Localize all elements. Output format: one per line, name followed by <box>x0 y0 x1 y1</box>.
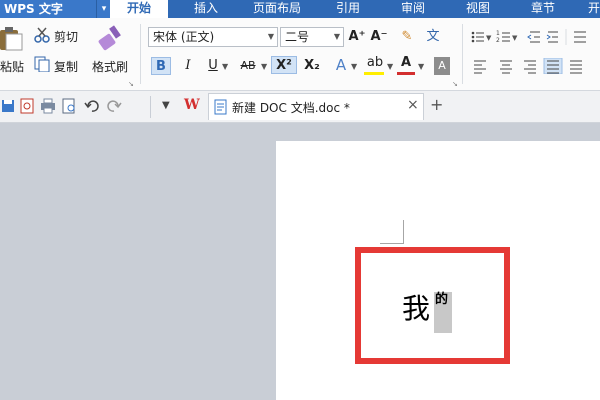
chevron-down-icon[interactable]: ▼ <box>387 62 393 71</box>
svg-text:1: 1 <box>496 30 500 37</box>
underline-button[interactable]: U <box>205 57 221 75</box>
save-icon <box>2 100 14 112</box>
shrink-font-button[interactable]: A⁻ <box>370 28 388 46</box>
quick-access-divider <box>150 96 151 118</box>
grow-font-button[interactable]: A⁺ <box>348 28 366 46</box>
paste-label[interactable]: 粘贴 <box>0 58 24 75</box>
callout-red-box <box>355 247 510 364</box>
export-pdf-icon <box>20 98 34 114</box>
chevron-down-icon[interactable]: ▼ <box>418 62 424 71</box>
text-effect-button[interactable]: A <box>332 56 350 74</box>
subscript-button[interactable]: X₂ <box>301 57 323 75</box>
app-menu-button[interactable]: WPS 文字 <box>0 0 96 18</box>
tab-references[interactable]: 引用 <box>322 0 374 18</box>
tab-sections[interactable]: 章节 <box>516 0 570 18</box>
cut-button[interactable]: 剪切 <box>54 28 78 45</box>
copy-icon[interactable] <box>34 56 50 73</box>
paragraph-row-2 <box>474 57 600 75</box>
document-tab-title[interactable]: 新建 DOC 文档.doc * <box>232 99 350 116</box>
chevron-down-icon: ▼ <box>267 32 274 41</box>
document-icon <box>214 99 228 115</box>
align-left-icon <box>474 60 486 74</box>
font-color-bar <box>397 72 415 75</box>
font-name-combo[interactable]: 宋体 (正文) ▼ <box>148 27 278 47</box>
tab-page-layout[interactable]: 页面布局 <box>244 0 310 18</box>
new-tab-button[interactable]: + <box>430 95 443 114</box>
margin-corner-mark <box>403 220 404 244</box>
superscript-button[interactable]: X² <box>271 56 297 74</box>
redo-icon <box>107 100 122 112</box>
font-launcher-icon[interactable]: ↘ <box>452 80 458 88</box>
highlight-button[interactable]: ab <box>364 54 386 72</box>
bold-button[interactable]: B <box>151 57 171 75</box>
svg-text:▼: ▼ <box>512 34 518 42</box>
undo-icon <box>84 100 99 112</box>
font-name-value: 宋体 (正文) <box>153 30 215 44</box>
format-painter-icon[interactable] <box>98 24 126 52</box>
app-menu-arrow[interactable]: ▾ <box>96 0 111 18</box>
italic-button[interactable]: I <box>180 57 196 75</box>
print-preview-icon <box>62 98 75 114</box>
chevron-down-icon[interactable]: ▼ <box>222 62 228 71</box>
ribbon-divider <box>462 24 463 84</box>
app-name: WPS 文字 <box>4 2 63 16</box>
chevron-down-icon[interactable]: ▼ <box>351 62 357 71</box>
chevron-down-icon: ▼ <box>333 32 340 41</box>
highlight-color-bar <box>364 72 384 75</box>
char-shading-button[interactable]: A <box>434 57 450 75</box>
strikethrough-button[interactable]: AB <box>236 57 260 75</box>
copy-button[interactable]: 复制 <box>54 58 78 75</box>
font-size-combo[interactable]: 二号 ▼ <box>280 27 344 47</box>
phonetic-guide-button[interactable]: 文 <box>424 28 442 46</box>
format-painter-button[interactable]: 格式刷 <box>92 58 128 75</box>
tab-view[interactable]: 视图 <box>452 0 504 18</box>
paste-icon[interactable] <box>0 24 26 52</box>
scissors-icon[interactable] <box>34 27 50 43</box>
svg-text:▼: ▼ <box>486 34 492 42</box>
margin-corner-mark <box>380 243 404 244</box>
tab-more[interactable]: 开 <box>584 0 600 18</box>
chevron-down-icon[interactable]: ▼ <box>162 100 170 111</box>
clear-format-button[interactable]: ✎ <box>398 28 416 46</box>
quick-access-icons <box>0 98 150 114</box>
close-icon[interactable]: × <box>407 97 419 113</box>
clipboard-launcher-icon[interactable]: ↘ <box>128 80 134 88</box>
chevron-down-icon[interactable]: ▼ <box>261 62 267 71</box>
tab-home[interactable]: 开始 <box>110 0 168 18</box>
font-color-button[interactable]: A <box>398 54 414 72</box>
tab-insert[interactable]: 插入 <box>180 0 232 18</box>
bullets-icon <box>471 31 484 43</box>
wps-logo-icon[interactable]: W <box>184 97 200 113</box>
paragraph-row-1: ▼ 12 ▼ <box>470 29 600 45</box>
tab-review[interactable]: 审阅 <box>386 0 440 18</box>
print-icon <box>41 98 55 114</box>
svg-text:2: 2 <box>496 37 500 44</box>
ribbon-divider <box>140 24 141 84</box>
font-size-value: 二号 <box>285 30 310 44</box>
